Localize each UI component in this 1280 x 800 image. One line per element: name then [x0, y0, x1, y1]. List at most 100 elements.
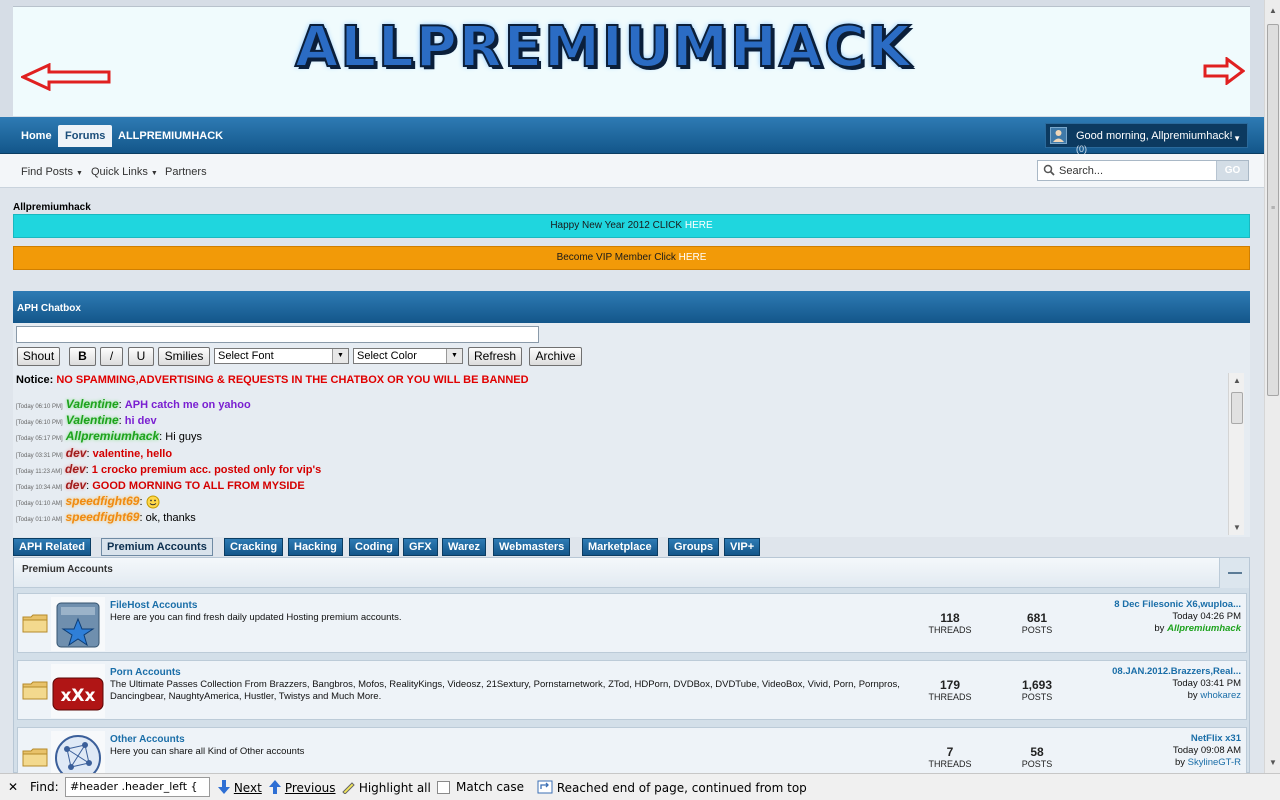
chat-notice: Notice: NO SPAMMING,ADVERTISING & REQUES…	[16, 374, 529, 386]
user-greeting: Good morning, Allpremiumhack!	[1076, 130, 1233, 142]
underline-button[interactable]: U	[128, 347, 154, 366]
last-post-user[interactable]: whokarez	[1200, 690, 1241, 701]
tab-aph-related[interactable]: APH Related	[13, 538, 92, 556]
chevron-down-icon[interactable]: ▼	[1233, 134, 1241, 143]
chat-line: [Today 11:23 AM] dev: 1 crocko premium a…	[16, 461, 322, 476]
scroll-down-icon[interactable]: ▼	[1269, 758, 1277, 767]
find-input[interactable]: #header .header_left {	[65, 777, 210, 797]
site-logo[interactable]: ALLPREMIUMHACK	[294, 14, 913, 81]
folder-icon	[22, 614, 48, 633]
folder-icon	[22, 748, 48, 767]
chat-user[interactable]: Valentine	[66, 397, 119, 411]
tab-coding[interactable]: Coding	[349, 538, 399, 556]
last-post: 8 Dec Filesonic X6,wuploa... Today 04:26…	[1114, 599, 1241, 635]
chat-user[interactable]: dev	[66, 446, 87, 460]
scroll-up-icon[interactable]: ▲	[1233, 376, 1241, 385]
last-post-by: by whokarez	[1112, 690, 1241, 702]
last-post: 08.JAN.2012.Brazzers,Real... Today 03:41…	[1112, 666, 1241, 702]
page-scrollbar[interactable]: ▲ ≡ ▼	[1264, 0, 1280, 773]
search-input[interactable]: Search... GO	[1037, 160, 1249, 181]
refresh-button[interactable]: Refresh	[468, 347, 522, 366]
tab-home[interactable]: Home	[14, 125, 59, 147]
xxx-icon[interactable]: xXx	[51, 664, 105, 718]
newyear-text: Happy New Year 2012 CLICK	[550, 220, 685, 231]
last-post-user[interactable]: Allpremiumhack	[1167, 623, 1241, 634]
filehost-icon[interactable]	[51, 597, 105, 651]
tab-allpremiumhack[interactable]: ALLPREMIUMHACK	[111, 125, 230, 147]
highlighter-icon	[342, 782, 355, 795]
find-next-label: Next	[233, 781, 262, 795]
tab-cracking[interactable]: Cracking	[224, 538, 284, 556]
bold-button[interactable]: B	[69, 347, 96, 366]
last-post-by-prefix: by	[1174, 757, 1188, 768]
forum-row: xXx Porn Accounts The Ultimate Passes Co…	[17, 660, 1247, 720]
tab-groups[interactable]: Groups	[668, 538, 720, 556]
color-select[interactable]: Select Color ▼	[353, 348, 463, 364]
tab-gfx[interactable]: GFX	[403, 538, 438, 556]
scroll-up-icon[interactable]: ▲	[1269, 6, 1277, 15]
find-previous-button[interactable]: Previous	[269, 780, 336, 795]
chat-user[interactable]: Allpremiumhack	[66, 429, 159, 443]
scroll-down-icon[interactable]: ▼	[1233, 523, 1241, 532]
match-case-checkbox[interactable]	[437, 781, 450, 794]
breadcrumb[interactable]: Allpremiumhack	[13, 202, 91, 213]
newyear-link[interactable]: HERE	[685, 220, 713, 231]
chat-user[interactable]: Valentine	[66, 413, 119, 427]
posts-stat: 681 POSTS	[1007, 611, 1067, 635]
forum-title[interactable]: Other Accounts	[110, 734, 185, 745]
chat-text: valentine, hello	[92, 447, 173, 460]
last-post-title[interactable]: 08.JAN.2012.Brazzers,Real...	[1112, 666, 1241, 678]
chat-scrollbar[interactable]: ▲ ▼	[1228, 373, 1244, 535]
arrow-left-icon[interactable]	[21, 63, 113, 91]
search-go-button[interactable]: GO	[1216, 161, 1248, 180]
chat-time: [Today 01:10 AM]	[16, 517, 63, 524]
globe-icon[interactable]	[51, 731, 105, 773]
folder-icon	[22, 681, 48, 700]
tab-warez[interactable]: Warez	[442, 538, 486, 556]
find-next-button[interactable]: Next	[218, 780, 262, 795]
font-select[interactable]: Select Font ▼	[214, 348, 349, 364]
find-previous-label: Previous	[284, 781, 336, 795]
search-icon	[1043, 164, 1055, 176]
last-post-user[interactable]: SkylineGT-R	[1188, 757, 1241, 768]
shout-button[interactable]: Shout	[17, 347, 60, 366]
forum-title[interactable]: FileHost Accounts	[110, 600, 197, 611]
forum-title[interactable]: Porn Accounts	[110, 667, 181, 678]
find-posts-menu[interactable]: Find Posts ▼	[21, 166, 83, 178]
italic-button[interactable]: /	[100, 347, 123, 366]
last-post-title[interactable]: 8 Dec Filesonic X6,wuploa...	[1114, 599, 1241, 611]
vip-link[interactable]: HERE	[679, 252, 707, 263]
tab-forums[interactable]: Forums	[58, 125, 113, 147]
find-bar: ✕ Find: #header .header_left { Next Prev…	[0, 773, 1280, 800]
tab-vip-plus[interactable]: VIP+	[724, 538, 761, 556]
chat-user[interactable]: speedfight69	[65, 510, 139, 524]
tab-hacking[interactable]: Hacking	[288, 538, 343, 556]
close-find-icon[interactable]: ✕	[8, 780, 18, 794]
chat-message-input[interactable]	[16, 326, 539, 343]
last-post-title[interactable]: NetFlix x31	[1173, 733, 1241, 745]
partners-link[interactable]: Partners	[165, 166, 207, 178]
forum-description: The Ultimate Passes Collection From Braz…	[110, 679, 900, 702]
archive-button[interactable]: Archive	[529, 347, 582, 366]
tab-webmasters[interactable]: Webmasters	[493, 538, 571, 556]
collapse-button[interactable]	[1219, 558, 1249, 588]
chat-user[interactable]: dev	[65, 478, 86, 492]
chat-user[interactable]: dev	[65, 462, 86, 476]
find-label: Find:	[30, 780, 59, 794]
highlight-all-button[interactable]: Highlight all	[341, 780, 431, 795]
find-status: Reached end of page, continued from top	[537, 780, 807, 795]
tab-marketplace[interactable]: Marketplace	[582, 538, 658, 556]
chat-scroll-thumb[interactable]	[1231, 392, 1243, 424]
chat-notice-label: Notice:	[16, 374, 54, 386]
tab-premium-accounts[interactable]: Premium Accounts	[101, 538, 213, 556]
last-post-date: Today 09:08 AM	[1172, 745, 1241, 756]
quick-links-menu[interactable]: Quick Links ▼	[91, 166, 158, 178]
user-menu[interactable]: Good morning, Allpremiumhack! (0) ▼	[1045, 123, 1248, 154]
threads-count: 7	[946, 745, 954, 759]
smilies-button[interactable]: Smilies	[158, 347, 210, 366]
arrow-right-icon[interactable]	[1203, 57, 1245, 85]
chat-user[interactable]: speedfight69	[65, 494, 139, 508]
threads-label: THREADS	[928, 759, 972, 769]
page-scroll-thumb[interactable]: ≡	[1267, 24, 1279, 396]
chat-time: [Today 10:34 AM]	[16, 484, 63, 491]
